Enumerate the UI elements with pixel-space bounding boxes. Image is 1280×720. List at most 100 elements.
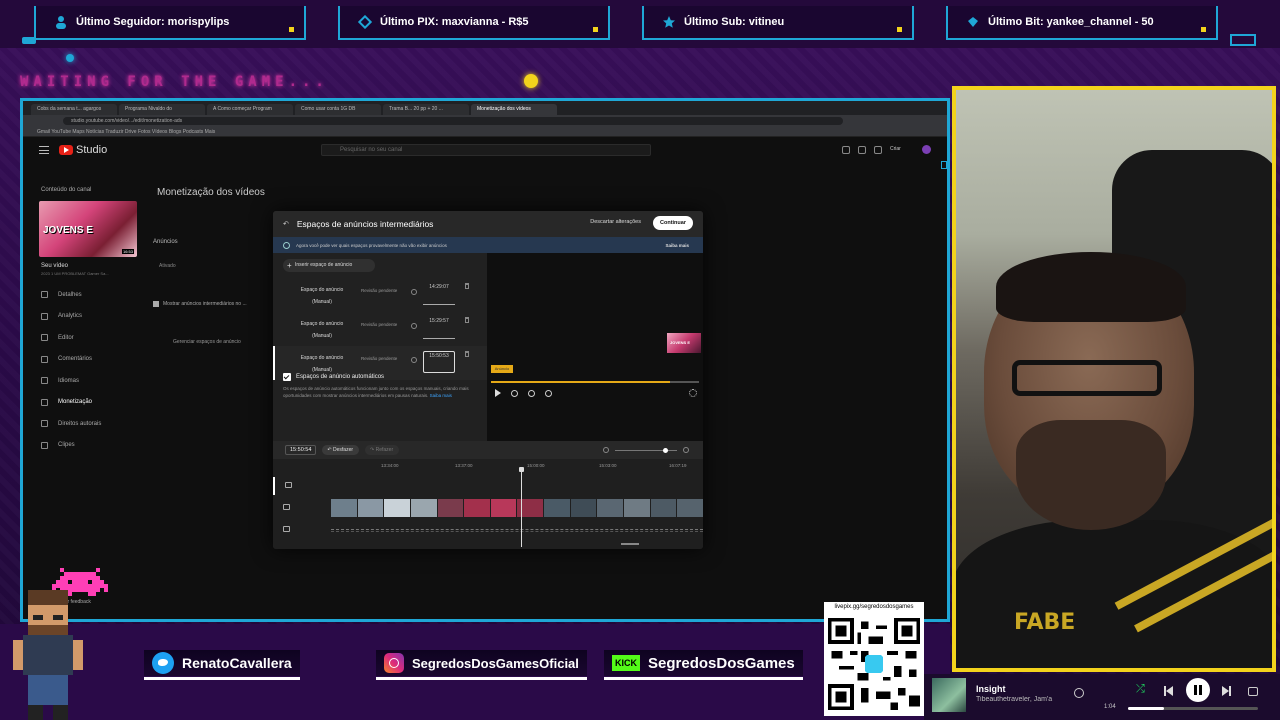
video-track[interactable]: [273, 499, 703, 517]
sidebar-item-monetization[interactable]: Monetização: [23, 392, 147, 414]
browser-tab[interactable]: A Como começar Program: [207, 104, 293, 115]
timeline-toolbar: 15:50:54 ↶ Desfazer ↷ Refazer: [273, 441, 703, 459]
ads-track[interactable]: [273, 477, 703, 495]
help-icon[interactable]: [858, 145, 866, 154]
bits-icon: [968, 17, 978, 27]
browser-tab[interactable]: Cobs da semana t... agargos: [31, 104, 117, 115]
lyrics-icon[interactable]: [1248, 687, 1258, 696]
forward-icon[interactable]: [528, 389, 535, 397]
playhead[interactable]: [519, 467, 524, 547]
add-to-library-icon[interactable]: [1074, 688, 1084, 698]
pause-icon[interactable]: [1186, 678, 1210, 702]
underline: [376, 677, 587, 680]
discard-changes-button[interactable]: Descartar alterações: [590, 219, 641, 225]
current-time-field[interactable]: 15:50:54: [285, 445, 317, 455]
delete-icon[interactable]: [465, 317, 469, 323]
menu-icon[interactable]: [39, 146, 49, 154]
video-duration: 16:53: [121, 249, 134, 254]
playback-progress[interactable]: [1128, 707, 1258, 710]
zoom-knob[interactable]: [663, 447, 668, 453]
auto-ad-breaks-checkbox[interactable]: Espaços de anúncio automáticos: [283, 373, 384, 381]
ad-slot-time-input[interactable]: 14:29:07: [423, 283, 455, 305]
avatar[interactable]: [922, 145, 931, 154]
sidebar-item-label: Clipes: [58, 442, 75, 449]
hair-shape: [996, 252, 1186, 322]
preview-progress-bar[interactable]: [491, 381, 699, 383]
checkbox[interactable]: [153, 301, 159, 307]
browser-tab[interactable]: Como usar conta 1G DB: [295, 104, 381, 115]
sidebar-item-label: Direitos autorais: [58, 420, 102, 427]
audio-track[interactable]: [273, 521, 703, 539]
dialog-title: Espaços de anúncios intermediários: [296, 219, 434, 229]
manage-ad-breaks-link[interactable]: Gerenciar espaços de anúncio: [173, 339, 241, 345]
play-icon[interactable]: [495, 389, 501, 397]
back-arrow-icon[interactable]: ↶: [283, 220, 289, 228]
shuffle-icon[interactable]: ⤮: [1136, 683, 1152, 699]
song-title: Insight: [976, 684, 1006, 694]
browser-tab[interactable]: Trama B... 20 pp + 20 ...: [383, 104, 469, 115]
next-track-icon[interactable]: [1222, 683, 1238, 699]
mute-icon[interactable]: [545, 389, 552, 397]
decorative-marker: [941, 161, 947, 169]
checkbox-checked[interactable]: [283, 373, 291, 381]
ad-slot-row[interactable]: Espaço do anúncio (Manual) Revisão pende…: [273, 312, 487, 346]
ruler-tick: 15:03:00: [599, 463, 617, 468]
address-bar[interactable]: studio.youtube.com/video/.../edit/moneti…: [63, 117, 843, 125]
search-input[interactable]: Pesquisar no seu canal: [321, 144, 651, 156]
sidebar-item-analytics[interactable]: Analytics: [23, 306, 147, 328]
browser-tab-active[interactable]: Monetização dos vídeos: [471, 104, 557, 115]
insert-ad-break-button[interactable]: Inserir espaço de anúncio: [283, 259, 375, 272]
timeline-scroll-handle[interactable]: [621, 543, 639, 545]
frame: [331, 499, 357, 517]
decorative-dot: [289, 27, 294, 32]
stat-last-pix: Último PIX: maxvianna - R$5: [338, 6, 610, 40]
delete-icon[interactable]: [465, 283, 469, 289]
ads-section: Anúncios Ativado: [153, 239, 178, 269]
auto-learn-more-link[interactable]: Saiba mais: [430, 393, 452, 398]
video-thumbnail[interactable]: JOVENS E 16:53: [39, 201, 137, 257]
zoom-out-icon[interactable]: [603, 447, 609, 453]
subtitles-icon[interactable]: [842, 145, 850, 154]
stat-last-bit: Último Bit: yankee_channel - 50: [946, 6, 1218, 40]
progress-fill: [491, 381, 670, 383]
settings-icon[interactable]: [689, 389, 697, 397]
redo-button: ↷ Refazer: [365, 445, 400, 455]
sidebar-item-languages[interactable]: Idiomas: [23, 370, 147, 392]
scissors-icon: [41, 441, 48, 449]
ad-slot-time-input[interactable]: 15:50:53: [423, 351, 455, 373]
decorative-dot: [1201, 27, 1206, 32]
zoom-slider[interactable]: [615, 447, 677, 453]
bookmarks-bar[interactable]: Gmail YouTube Maps Notícias Traduzir Dri…: [23, 127, 947, 137]
ad-slot-time-input[interactable]: 15:29:57: [423, 317, 455, 339]
sidebar-item-comments[interactable]: Comentários: [23, 349, 147, 371]
video-frames: [331, 499, 703, 517]
undo-button[interactable]: ↶ Desfazer: [322, 445, 360, 455]
learn-more-link[interactable]: Saiba mais: [665, 243, 689, 248]
sidebar-item-details[interactable]: Detalhes: [23, 284, 147, 306]
create-button[interactable]: Criar: [890, 146, 914, 154]
ad-slot-row[interactable]: Espaço do anúncio (Manual) Revisão pende…: [273, 278, 487, 312]
pixel-character-icon: [13, 590, 83, 720]
ruler-tick: 16:07:19: [669, 463, 687, 468]
livepix-qr: livepix.gg/segredosdosgames: [824, 602, 924, 716]
continue-button[interactable]: Continuar: [653, 216, 693, 230]
notifications-icon[interactable]: [874, 145, 882, 154]
rewind-icon[interactable]: [511, 389, 518, 397]
browser-tab[interactable]: Programa Nivaldo do: [119, 104, 205, 115]
sidebar-item-editor[interactable]: Editor: [23, 327, 147, 349]
midroll-checkbox-row[interactable]: Mostrar anúncios intermediários no ...: [153, 301, 247, 307]
back-to-content-link[interactable]: Conteúdo do canal: [23, 181, 147, 193]
sidebar-item-clips[interactable]: Clipes: [23, 435, 147, 457]
ad-breaks-dialog: ↶ Espaços de anúncios intermediários Des…: [273, 211, 703, 549]
youtube-logo-icon[interactable]: [59, 145, 73, 155]
zoom-in-icon[interactable]: [683, 447, 689, 453]
instagram-handle: SegredosDosGamesOficial: [376, 650, 587, 680]
ad-slot-list: Inserir espaço de anúncio Espaço do anún…: [273, 253, 487, 441]
sidebar-item-label: Idiomas: [58, 377, 80, 384]
delete-icon[interactable]: [465, 351, 469, 357]
previous-track-icon[interactable]: [1164, 683, 1180, 699]
copyright-icon: [41, 420, 48, 428]
underline: [604, 677, 803, 680]
film-icon: [41, 334, 48, 342]
sidebar-item-copyright[interactable]: Direitos autorais: [23, 413, 147, 435]
